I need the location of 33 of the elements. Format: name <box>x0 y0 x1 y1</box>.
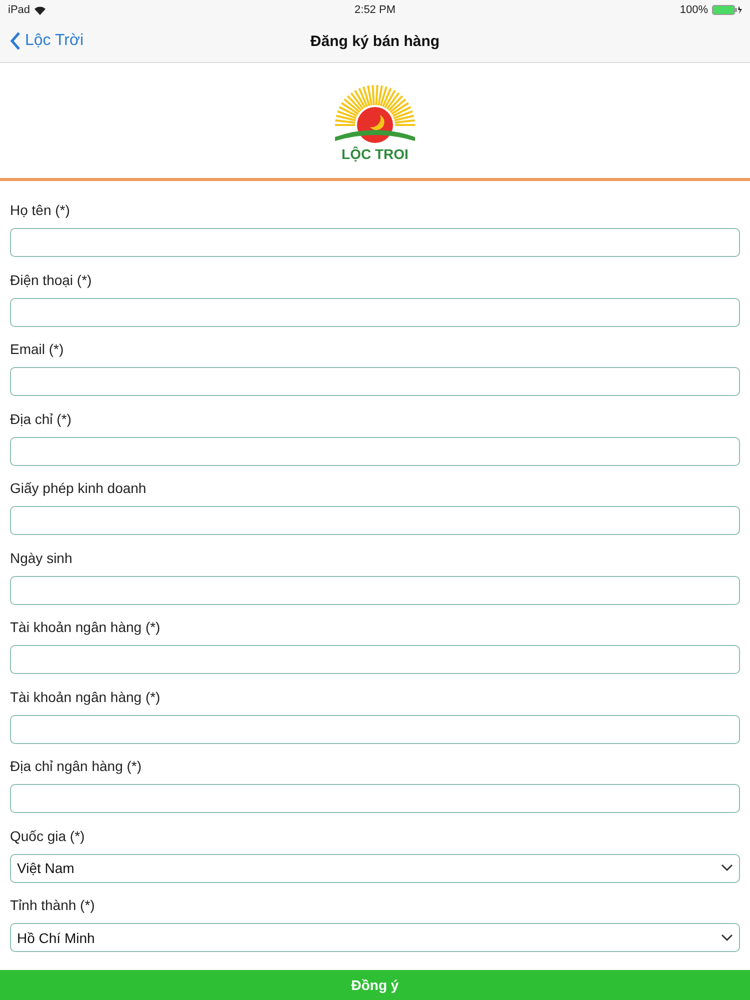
field-label: Ngày sinh <box>10 550 74 568</box>
input-field[interactable] <box>10 506 740 535</box>
field-label: Tài khoản ngân hàng (*) <box>10 688 162 707</box>
input-field[interactable] <box>10 228 740 257</box>
input-field[interactable] <box>10 645 740 674</box>
input-field[interactable] <box>10 436 740 466</box>
back-button[interactable]: Lộc Trời <box>10 31 84 51</box>
input-field[interactable] <box>10 367 740 396</box>
chevron-down-icon <box>721 864 733 872</box>
field-label: Địa chỉ (*) <box>10 410 72 429</box>
field-label: Tỉnh thành (*) <box>10 897 96 915</box>
battery-percent: 100% <box>680 4 708 16</box>
screen-title: Đăng ký bán hàng <box>310 32 440 50</box>
logo: LỘC TROI <box>329 76 421 164</box>
field-label: Họ tên (*) <box>10 202 71 220</box>
field-label: Email (*) <box>10 341 65 359</box>
chevron-icon <box>10 31 21 51</box>
wifi-icon <box>34 6 46 14</box>
dropdown[interactable]: Hồ Chí Minh <box>10 923 740 952</box>
field-label: Địa chỉ ngân hàng (*) <box>10 758 143 776</box>
input-field[interactable] <box>10 298 740 326</box>
input-field[interactable] <box>10 784 740 813</box>
field-label: Tài khoản ngân hàng (*) <box>10 619 162 637</box>
field-label: Quốc gia (*) <box>10 828 86 846</box>
battery-icon <box>712 5 742 15</box>
chevron-down-icon <box>721 934 733 942</box>
input-field[interactable] <box>10 576 740 604</box>
input-field[interactable] <box>10 714 740 744</box>
dropdown[interactable]: Việt Nam <box>10 854 740 882</box>
clock: 2:52 PM <box>354 4 396 16</box>
field-label: Giấy phép kinh doanh <box>10 480 148 498</box>
device-name: iPad <box>8 4 30 16</box>
field-label: Điện thoại (*) <box>10 272 93 290</box>
